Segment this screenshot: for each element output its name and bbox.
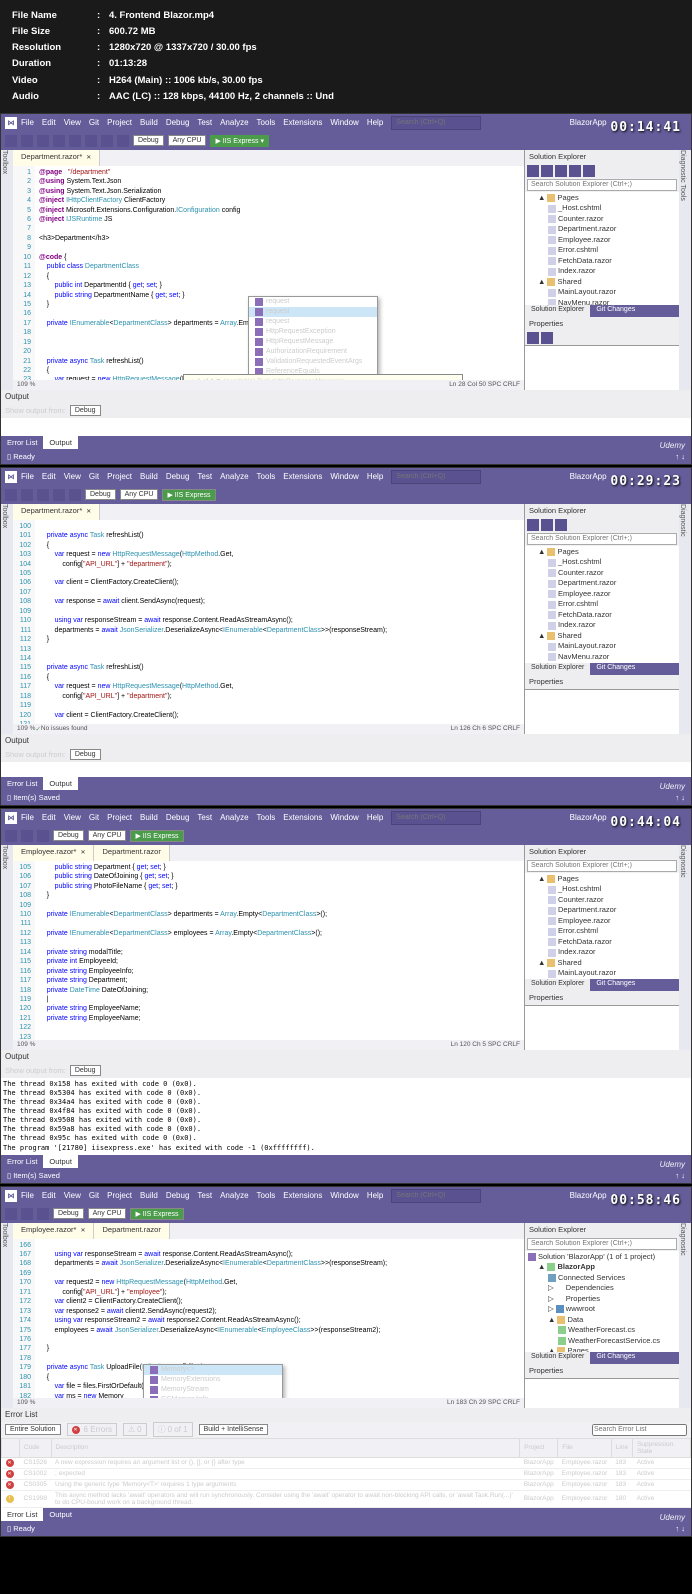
watermark: Udemy <box>660 441 685 450</box>
error-row[interactable]: !CS1998This async method lacks 'await' o… <box>2 1490 691 1507</box>
toolbar[interactable]: Debug Any CPU ▶ IIS Express ▾ <box>1 132 691 150</box>
media-info-panel: File Name:4. Frontend Blazor.mp4 File Si… <box>0 0 692 113</box>
tab-error-list[interactable]: Error List <box>1 436 43 449</box>
error-list-table[interactable]: CodeDescriptionProjectFileLineSuppressio… <box>1 1438 691 1508</box>
app-title: BlazorApp <box>570 118 607 127</box>
error-icon: ✕ <box>6 1459 14 1467</box>
warning-icon: ! <box>6 1495 14 1503</box>
editor-tabs[interactable]: Department.razor* <box>13 150 524 166</box>
class-icon <box>255 338 263 346</box>
output-header: Output <box>1 390 691 404</box>
meta-label: File Name <box>12 8 97 24</box>
timestamp: 00:29:23 <box>610 474 681 489</box>
error-row[interactable]: ✕CS1526A new expression requires an argu… <box>2 1457 691 1468</box>
wrench-icon <box>556 1295 564 1303</box>
intellisense-popup[interactable]: request request request HttpRequestExcep… <box>248 296 378 378</box>
properties-grid[interactable] <box>525 345 679 390</box>
output-source-select[interactable]: Debug <box>70 405 101 416</box>
param-icon <box>255 298 263 306</box>
collapse-icon[interactable] <box>555 165 567 177</box>
error-filter[interactable]: ✕6 Errors <box>67 1423 117 1436</box>
solution-explorer-header: Solution Explorer <box>525 150 679 164</box>
open-icon[interactable] <box>53 135 65 147</box>
file-icon <box>548 205 556 213</box>
diagnostic-sidebar[interactable]: Diagnostic Tools <box>679 150 691 390</box>
output-text[interactable]: The thread 0x158 has exited with code 0 … <box>1 1078 691 1155</box>
save-icon[interactable] <box>69 135 81 147</box>
globe-icon <box>556 1305 564 1313</box>
platform-select[interactable]: Any CPU <box>168 135 207 146</box>
tab-department[interactable]: Department.razor* <box>13 150 100 166</box>
connected-services-icon <box>548 1274 556 1282</box>
menu-file[interactable]: File <box>21 118 34 127</box>
message-filter[interactable]: ⓘ 0 of 1 <box>153 1422 193 1437</box>
new-icon[interactable] <box>37 135 49 147</box>
save-all-icon[interactable] <box>85 135 97 147</box>
home-icon[interactable] <box>527 165 539 177</box>
nav-fwd-icon[interactable] <box>21 135 33 147</box>
solution-search-input[interactable] <box>527 179 677 191</box>
solution-tree[interactable]: ▲Pages _Host.cshtml Counter.razor Depart… <box>525 192 679 305</box>
error-list-header: Error List <box>1 1408 691 1422</box>
solution-icon <box>528 1253 536 1261</box>
error-list-filters[interactable]: Entire Solution ✕6 Errors ⚠ 0 ⓘ 0 of 1 B… <box>1 1422 691 1438</box>
toolbox-sidebar[interactable]: Toolbox <box>1 150 13 390</box>
intellisense-popup[interactable]: Memory<> MemoryExtensions MemoryStream G… <box>143 1364 283 1398</box>
timestamp: 00:14:41 <box>610 120 681 135</box>
param-icon <box>255 318 263 326</box>
dependencies-icon <box>556 1284 564 1292</box>
class-icon <box>255 358 263 366</box>
search-input[interactable] <box>391 116 481 130</box>
frame-1: 00:14:41 ⋈ FileEditViewGitProjectBuildDe… <box>0 113 692 465</box>
properties-icon[interactable] <box>569 165 581 177</box>
config-select[interactable]: Debug <box>133 135 164 146</box>
tab-output[interactable]: Output <box>43 436 78 449</box>
show-all-icon[interactable] <box>583 165 595 177</box>
code-editor[interactable]: 1234567891011121314151617181920212223242… <box>13 166 524 380</box>
menu-bar[interactable]: FileEditViewGitProjectBuildDebugTestAnal… <box>21 118 383 127</box>
undo-icon[interactable] <box>101 135 113 147</box>
redo-icon[interactable] <box>117 135 129 147</box>
properties-header: Properties <box>525 317 679 331</box>
timestamp: 00:58:46 <box>610 1193 681 1208</box>
titlebar: ⋈ FileEditViewGitProjectBuildDebugTestAn… <box>1 114 691 132</box>
folder-icon <box>547 194 555 202</box>
signature-tooltip: ▲ 1 of 4 ▼ (awaitable) Task<HttpResponse… <box>183 374 463 380</box>
class-icon <box>255 328 263 336</box>
param-icon <box>255 308 263 316</box>
class-icon <box>255 348 263 356</box>
editor-status: 109 %Ln 28 Col 50 SPC CRLF <box>13 380 524 390</box>
frame-4: 00:58:46 ⋈ FileEditViewGitProjectBuildDe… <box>0 1186 692 1537</box>
category-icon[interactable] <box>527 332 539 344</box>
error-search-input[interactable] <box>592 1424 687 1436</box>
meta-value: 4. Frontend Blazor.mp4 <box>109 8 214 24</box>
frame-2: 00:29:23 ⋈ FileEditViewGitProjectBuildDe… <box>0 467 692 806</box>
run-button[interactable]: ▶ IIS Express ▾ <box>210 135 269 147</box>
alpha-icon[interactable] <box>541 332 553 344</box>
scope-select[interactable]: Entire Solution <box>5 1424 61 1435</box>
frame-3: 00:44:04 ⋈ FileEditViewGitProjectBuildDe… <box>0 808 692 1184</box>
warning-filter[interactable]: ⚠ 0 <box>123 1423 147 1436</box>
struct-icon <box>150 1366 158 1374</box>
output-body[interactable] <box>1 418 691 436</box>
error-row[interactable]: ✕CS0305Using the generic type 'Memory<T>… <box>2 1479 691 1490</box>
vs-statusbar: ▯ Ready↑ ↓ <box>1 450 691 464</box>
error-row[interactable]: ✕CS1002; expectedBlazorAppEmployee.razor… <box>2 1468 691 1479</box>
timestamp: 00:44:04 <box>610 815 681 830</box>
nav-back-icon[interactable] <box>5 135 17 147</box>
vs-icon: ⋈ <box>5 117 17 129</box>
line-gutter: 1234567891011121314151617181920212223242… <box>13 166 35 380</box>
refresh-icon[interactable] <box>541 165 553 177</box>
